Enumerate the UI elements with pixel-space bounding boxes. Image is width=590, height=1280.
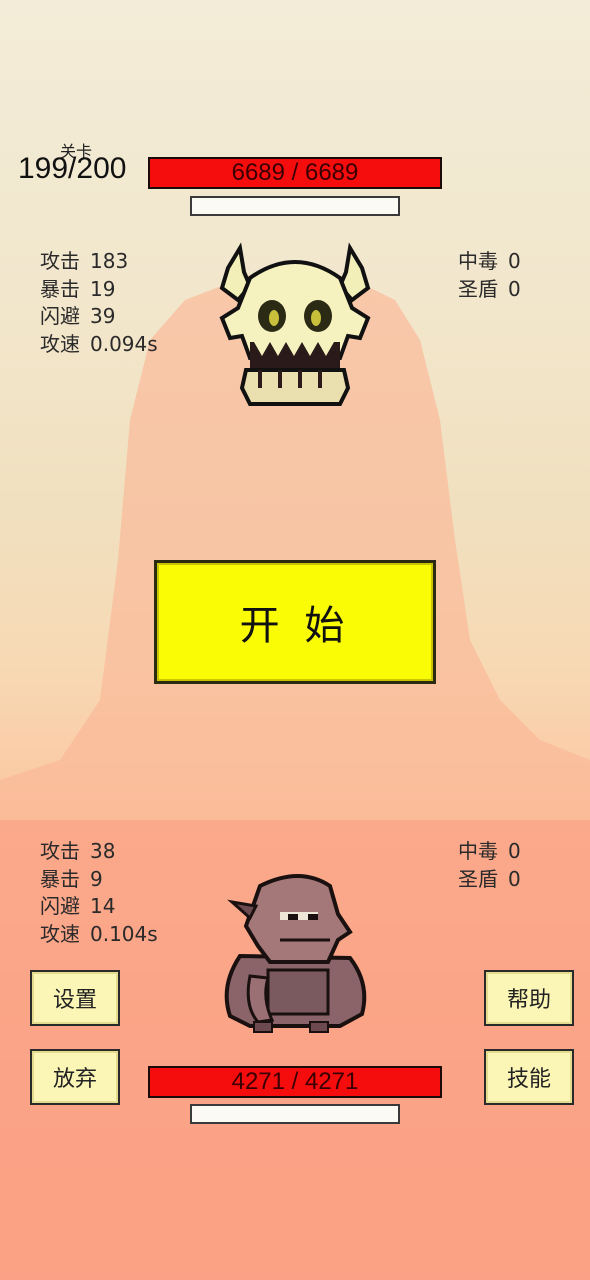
player-sub-bar (190, 1104, 400, 1124)
player-stat-speed: 攻速 0.104s (40, 921, 158, 946)
player-stat-dodge: 闪避 14 (40, 894, 116, 918)
level-value: 199/200 (18, 152, 127, 185)
enemy-stat-attack: 攻击 183 (40, 249, 129, 273)
player-effect-shield: 圣盾 0 (458, 866, 521, 891)
enemy-stat-crit: 暴击 19 (40, 276, 116, 301)
enemy-hp-text: 6689 / 6689 (231, 159, 359, 186)
player-stats: 攻击 38 暴击 9 闪避 14 攻速 0.104s (40, 838, 158, 948)
help-button[interactable]: 帮助 (484, 970, 574, 1026)
enemy-stat-dodge: 闪避 39 (40, 304, 116, 328)
settings-button[interactable]: 设置 (30, 970, 120, 1026)
player-effect-poison: 中毒 0 (458, 839, 521, 863)
enemy-stat-speed: 攻速 0.094s (40, 331, 158, 356)
skills-button[interactable]: 技能 (484, 1049, 574, 1105)
enemy-sub-bar (190, 196, 400, 216)
enemy-effect-poison: 中毒 0 (458, 249, 521, 273)
enemy-skull-monster-sprite (219, 242, 371, 406)
player-hp-text: 4271 / 4271 (231, 1068, 359, 1095)
player-stat-attack: 攻击 38 (40, 839, 116, 863)
player-stat-crit: 暴击 9 (40, 866, 103, 891)
player-effects: 中毒 0 圣盾 0 (458, 838, 521, 893)
enemy-hp-bar: 6689 / 6689 (148, 157, 442, 189)
player-blob-creature-sprite (224, 874, 367, 1033)
player-hp-bar: 4271 / 4271 (148, 1066, 442, 1098)
start-button[interactable]: 开 始 (154, 560, 436, 684)
enemy-stats: 攻击 183 暴击 19 闪避 39 攻速 0.094s (40, 248, 158, 358)
give-up-button[interactable]: 放弃 (30, 1049, 120, 1105)
enemy-effect-shield: 圣盾 0 (458, 276, 521, 301)
enemy-effects: 中毒 0 圣盾 0 (458, 248, 521, 303)
